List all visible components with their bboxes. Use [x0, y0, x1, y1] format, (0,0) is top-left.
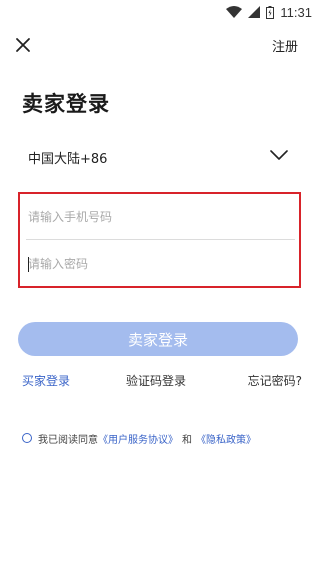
password-input[interactable] [26, 241, 295, 287]
agreement-prefix: 我已阅读同意 [38, 434, 98, 446]
privacy-policy-link[interactable]: 《隐私政策》 [196, 431, 256, 446]
login-button[interactable]: 卖家登录 [18, 322, 298, 356]
agree-checkbox[interactable] [22, 433, 32, 443]
credentials-form [18, 192, 301, 288]
phone-input[interactable] [26, 194, 295, 239]
close-icon [16, 38, 30, 52]
region-label: 中国大陆+86 [28, 152, 108, 167]
text-cursor [28, 257, 29, 272]
top-bar: 注册 [0, 28, 320, 62]
chevron-down-icon [270, 150, 288, 160]
agreement-row: 我已阅读同意 《用户服务协议》 和 《隐私政策》 [22, 430, 256, 446]
status-time: 11:31 [280, 4, 312, 20]
forgot-password-link[interactable]: 忘记密码? [248, 372, 302, 389]
phone-field-wrapper [26, 194, 295, 240]
code-login-link[interactable]: 验证码登录 [126, 372, 186, 389]
battery-icon [266, 5, 275, 19]
wifi-icon [226, 6, 243, 18]
register-link[interactable]: 注册 [272, 36, 298, 55]
buyer-login-link[interactable]: 买家登录 [22, 372, 70, 389]
agreement-and: 和 [182, 434, 192, 446]
password-field-wrapper [26, 241, 295, 287]
status-bar: 11:31 [0, 0, 320, 24]
signal-icon [248, 6, 261, 18]
page-title: 卖家登录 [22, 92, 110, 116]
status-icons: 11:31 [226, 3, 312, 21]
close-button[interactable] [12, 34, 34, 56]
user-agreement-link[interactable]: 《用户服务协议》 [98, 431, 178, 446]
login-options: 买家登录 验证码登录 忘记密码? [0, 372, 320, 390]
region-selector[interactable]: 中国大陆+86 [28, 143, 294, 171]
